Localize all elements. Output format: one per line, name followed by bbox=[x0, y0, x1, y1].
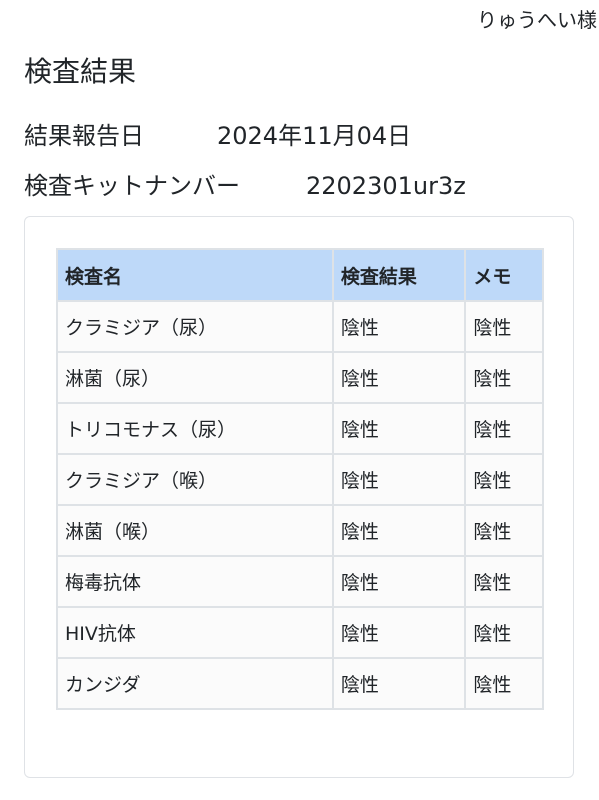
memo-cell: 陰性 bbox=[464, 453, 544, 506]
result-cell: 陰性 bbox=[331, 453, 467, 506]
test-name-cell: HIV抗体 bbox=[56, 606, 334, 659]
kit-number-label: 検査キットナンバー bbox=[24, 172, 240, 200]
test-name-cell: クラミジア（喉） bbox=[56, 453, 334, 506]
table-row: カンジダ 陰性 陰性 bbox=[56, 657, 544, 710]
table-row: 淋菌（尿） 陰性 陰性 bbox=[56, 351, 544, 404]
memo-cell: 陰性 bbox=[464, 555, 544, 608]
memo-cell: 陰性 bbox=[464, 402, 544, 455]
memo-cell: 陰性 bbox=[464, 504, 544, 557]
report-date-row: 結果報告日 2024年11月04日 bbox=[24, 119, 411, 153]
result-cell: 陰性 bbox=[331, 555, 467, 608]
page-title: 検査結果 bbox=[24, 55, 137, 88]
test-name-cell: トリコモナス（尿） bbox=[56, 402, 334, 455]
test-name-cell: 梅毒抗体 bbox=[56, 555, 334, 608]
result-cell: 陰性 bbox=[331, 402, 467, 455]
result-cell: 陰性 bbox=[331, 606, 467, 659]
result-cell: 陰性 bbox=[331, 300, 467, 353]
result-cell: 陰性 bbox=[331, 657, 467, 710]
results-table: 検査名 検査結果 メモ クラミジア（尿） 陰性 陰性 淋菌（尿） 陰性 陰性 トリコモナス（… bbox=[56, 248, 544, 710]
column-header-test-name: 検査名 bbox=[56, 248, 334, 302]
table-row: HIV抗体 陰性 陰性 bbox=[56, 606, 544, 659]
test-name-cell: カンジダ bbox=[56, 657, 334, 710]
memo-cell: 陰性 bbox=[464, 351, 544, 404]
results-card: 検査名 検査結果 メモ クラミジア（尿） 陰性 陰性 淋菌（尿） 陰性 陰性 トリコモナス（… bbox=[24, 216, 574, 778]
test-name-cell: クラミジア（尿） bbox=[56, 300, 334, 353]
memo-cell: 陰性 bbox=[464, 606, 544, 659]
kit-number-row: 検査キットナンバー 2202301ur3z bbox=[24, 169, 466, 203]
test-name-cell: 淋菌（喉） bbox=[56, 504, 334, 557]
result-cell: 陰性 bbox=[331, 504, 467, 557]
test-name-cell: 淋菌（尿） bbox=[56, 351, 334, 404]
memo-cell: 陰性 bbox=[464, 657, 544, 710]
table-header-row: 検査名 検査結果 メモ bbox=[56, 248, 544, 302]
result-cell: 陰性 bbox=[331, 351, 467, 404]
table-row: クラミジア（尿） 陰性 陰性 bbox=[56, 300, 544, 353]
table-row: クラミジア（喉） 陰性 陰性 bbox=[56, 453, 544, 506]
table-row: 淋菌（喉） 陰性 陰性 bbox=[56, 504, 544, 557]
report-date-value: 2024年11月04日 bbox=[217, 122, 412, 150]
table-row: トリコモナス（尿） 陰性 陰性 bbox=[56, 402, 544, 455]
kit-number-value: 2202301ur3z bbox=[306, 172, 466, 200]
user-name: りゅうへい様 bbox=[477, 8, 597, 32]
column-header-result: 検査結果 bbox=[331, 248, 467, 302]
report-date-label: 結果報告日 bbox=[24, 122, 144, 150]
memo-cell: 陰性 bbox=[464, 300, 544, 353]
table-row: 梅毒抗体 陰性 陰性 bbox=[56, 555, 544, 608]
column-header-memo: メモ bbox=[464, 248, 544, 302]
